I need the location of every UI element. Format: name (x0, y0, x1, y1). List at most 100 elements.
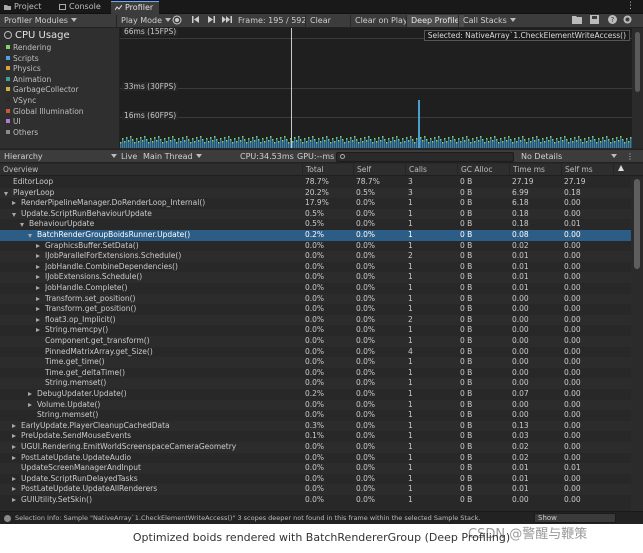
column-total[interactable]: Total (302, 164, 353, 176)
table-row[interactable]: GUIUtility.SetSkin() 0.0% 0.0% 1 0 B 0.00 0.00 (0, 495, 631, 506)
scrollbar-thumb[interactable] (635, 32, 640, 92)
last-frame-button[interactable] (222, 15, 233, 27)
collapsed-arrow-icon[interactable] (36, 243, 40, 248)
details-dropdown-caret[interactable] (608, 151, 617, 163)
table-row[interactable]: PreUpdate.SendMouseEvents 0.1% 0.0% 1 0 B 0.0… (0, 431, 631, 442)
collapsed-arrow-icon[interactable] (36, 296, 40, 301)
collapsed-arrow-icon[interactable] (12, 445, 16, 449)
search-input[interactable] (336, 152, 514, 162)
collapsed-arrow-icon[interactable] (12, 201, 16, 206)
show-dropdown[interactable]: Show (534, 513, 616, 523)
table-row[interactable]: Transform.set_position() 0.0% 0.0% 1 0 B 0.00… (0, 293, 631, 305)
graph-scrollbar[interactable] (632, 28, 643, 148)
collapsed-arrow-icon[interactable] (12, 487, 16, 492)
call-stacks-dropdown[interactable]: Call Stacks (458, 15, 520, 27)
tab-project[interactable]: Project (0, 1, 47, 14)
help-icon[interactable]: ? (608, 15, 617, 27)
table-row[interactable]: IJobExtensions.Schedule() 0.0% 0.0% 1 0 B 0.0… (0, 272, 631, 283)
table-row[interactable]: EditorLoop 78.7% 78.7% 3 0 B 27.19 27.19 (0, 177, 631, 188)
table-row[interactable]: PostLateUpdate.UpdateAllRenderers 0.0% 0.0… (0, 484, 631, 495)
column-self-ms[interactable]: Self ms (561, 164, 613, 176)
table-row[interactable]: String.memcpy() 0.0% 0.0% 1 0 B 0.00 0.00 (0, 325, 631, 336)
collapsed-arrow-icon[interactable] (36, 264, 40, 269)
table-row[interactable]: UGUI.Rendering.EmitWorldScreenspaceCamer… (0, 442, 631, 453)
table-row[interactable]: DebugUpdater.Update() 0.2% 0.0% 1 0 B 0.07 0.0… (0, 389, 631, 400)
collapsed-arrow-icon[interactable] (12, 498, 16, 502)
module-physics[interactable]: Physics (6, 64, 41, 73)
table-row[interactable]: Update.ScriptRunDelayedTasks 0.0% 0.0% 1 0 B… (0, 474, 631, 485)
column-time-ms[interactable]: Time ms (509, 164, 561, 176)
table-row[interactable]: String.memset() 0.0% 0.0% 1 0 B 0.00 0.00 (0, 378, 631, 389)
module-animation[interactable]: Animation (6, 75, 51, 84)
column-gc-alloc[interactable]: GC Alloc (457, 164, 509, 176)
expanded-arrow-icon[interactable] (20, 223, 24, 228)
tab-console[interactable]: Console (55, 1, 107, 14)
tab-profiler[interactable]: Profiler (111, 1, 160, 14)
module-scripts[interactable]: Scripts (6, 54, 39, 63)
column-overview[interactable]: Overview (0, 164, 302, 176)
next-frame-button[interactable] (207, 15, 216, 27)
table-row[interactable]: Volume.Update() 0.0% 0.0% 1 0 B 0.00 0.00 (0, 399, 631, 411)
expanded-arrow-icon[interactable] (12, 212, 16, 217)
table-row[interactable]: BatchRenderGroupBoidsRunner.Update() 0.2%… (0, 230, 631, 241)
clear-button[interactable]: Clear (305, 15, 335, 27)
cpu-module-panel[interactable]: CPU Usage Rendering Scripts Physics Animati… (0, 28, 120, 148)
cpu-usage-graph[interactable]: 66ms (15FPS) 33ms (30FPS) 16ms (60FPS) S… (120, 28, 632, 148)
details-dropdown[interactable]: No Details (521, 151, 562, 163)
collapsed-arrow-icon[interactable] (12, 434, 16, 439)
table-row[interactable]: GraphicsBuffer.SetData() 0.0% 0.0% 1 0 B 0.02… (0, 241, 631, 252)
table-row[interactable]: BehaviourUpdate 0.5% 0.0% 1 0 B 0.18 0.01 (0, 219, 631, 230)
sort-indicator[interactable] (613, 164, 631, 176)
column-self[interactable]: Self (353, 164, 405, 176)
scrollbar-thumb[interactable] (634, 179, 640, 269)
module-others[interactable]: Others (6, 128, 38, 137)
table-row[interactable]: PostLateUpdate.UpdateAudio 0.0% 0.0% 1 0 B 0.… (0, 453, 631, 464)
first-frame-button[interactable] (191, 15, 200, 27)
play-mode-dropdown[interactable]: Play Mode (121, 15, 172, 27)
table-row[interactable]: RenderPipelineManager.DoRenderLoop_Inter… (0, 198, 631, 209)
hierarchy-menu-icon[interactable]: ⋮ (626, 151, 634, 163)
module-ui[interactable]: UI (6, 117, 21, 126)
table-row[interactable]: IJobParallelForExtensions.Schedule() 0.0%… (0, 251, 631, 262)
module-garbagecollector[interactable]: GarbageCollector (6, 85, 79, 94)
frame-cursor[interactable] (291, 28, 292, 148)
collapsed-arrow-icon[interactable] (12, 423, 16, 428)
table-row[interactable]: JobHandle.Complete() 0.0% 0.0% 1 0 B 0.01 0.00 (0, 283, 631, 294)
view-dropdown-caret[interactable] (108, 151, 117, 163)
table-row[interactable]: Component.get_transform() 0.0% 0.0% 1 0 B 0.0… (0, 336, 631, 347)
table-row[interactable]: Update.ScriptRunBehaviourUpdate 0.5% 0.0% 1… (0, 208, 631, 220)
module-vsync[interactable]: VSync (6, 96, 36, 105)
record-button[interactable] (172, 15, 182, 27)
collapsed-arrow-icon[interactable] (36, 307, 40, 312)
table-row[interactable]: String.memset() 0.0% 0.0% 1 0 B 0.00 0.00 (0, 410, 631, 421)
collapsed-arrow-icon[interactable] (12, 455, 16, 460)
collapsed-arrow-icon[interactable] (36, 275, 40, 280)
live-toggle[interactable]: Live (121, 151, 137, 163)
table-row[interactable]: PlayerLoop 20.2% 0.5% 3 0 B 6.99 0.18 (0, 187, 631, 199)
column-calls[interactable]: Calls (405, 164, 457, 176)
collapsed-arrow-icon[interactable] (36, 254, 40, 259)
clear-on-play-toggle[interactable]: Clear on Play (350, 15, 412, 27)
table-row[interactable]: EarlyUpdate.PlayerCleanupCachedData 0.3% 0… (0, 420, 631, 432)
deep-profile-toggle[interactable]: Deep Profile (406, 15, 464, 27)
collapsed-arrow-icon[interactable] (28, 392, 32, 396)
load-icon[interactable] (572, 15, 582, 27)
rows-scrollbar[interactable] (631, 177, 643, 511)
table-row[interactable]: float3.op_Implicit() 0.0% 0.0% 2 0 B 0.00 0.00 (0, 314, 631, 326)
thread-dropdown[interactable]: Main Thread (143, 151, 202, 163)
module-global-illumination[interactable]: Global Illumination (6, 107, 84, 116)
settings-icon[interactable] (623, 15, 632, 27)
collapsed-arrow-icon[interactable] (36, 286, 40, 290)
expanded-arrow-icon[interactable] (4, 191, 8, 196)
collapsed-arrow-icon[interactable] (36, 328, 40, 333)
window-menu-icon[interactable]: ⋮ (626, 1, 635, 11)
expanded-arrow-icon[interactable] (28, 234, 32, 238)
table-row[interactable]: Time.get_deltaTime() 0.0% 0.0% 1 0 B 0.00 0.00 (0, 368, 631, 379)
view-dropdown[interactable]: Hierarchy (4, 151, 43, 163)
collapsed-arrow-icon[interactable] (36, 317, 40, 322)
table-row[interactable]: Transform.get_position() 0.0% 0.0% 1 0 B 0.00… (0, 304, 631, 315)
table-row[interactable]: UpdateScreenManagerAndInput 0.0% 0.0% 1 0 B 0… (0, 463, 631, 474)
table-row[interactable]: PinnedMatrixArray.get_Size() 0.0% 0.0% 4 0 B… (0, 347, 631, 358)
table-row[interactable]: Time.get_time() 0.0% 0.0% 1 0 B 0.00 0.00 (0, 357, 631, 368)
module-rendering[interactable]: Rendering (6, 43, 51, 52)
